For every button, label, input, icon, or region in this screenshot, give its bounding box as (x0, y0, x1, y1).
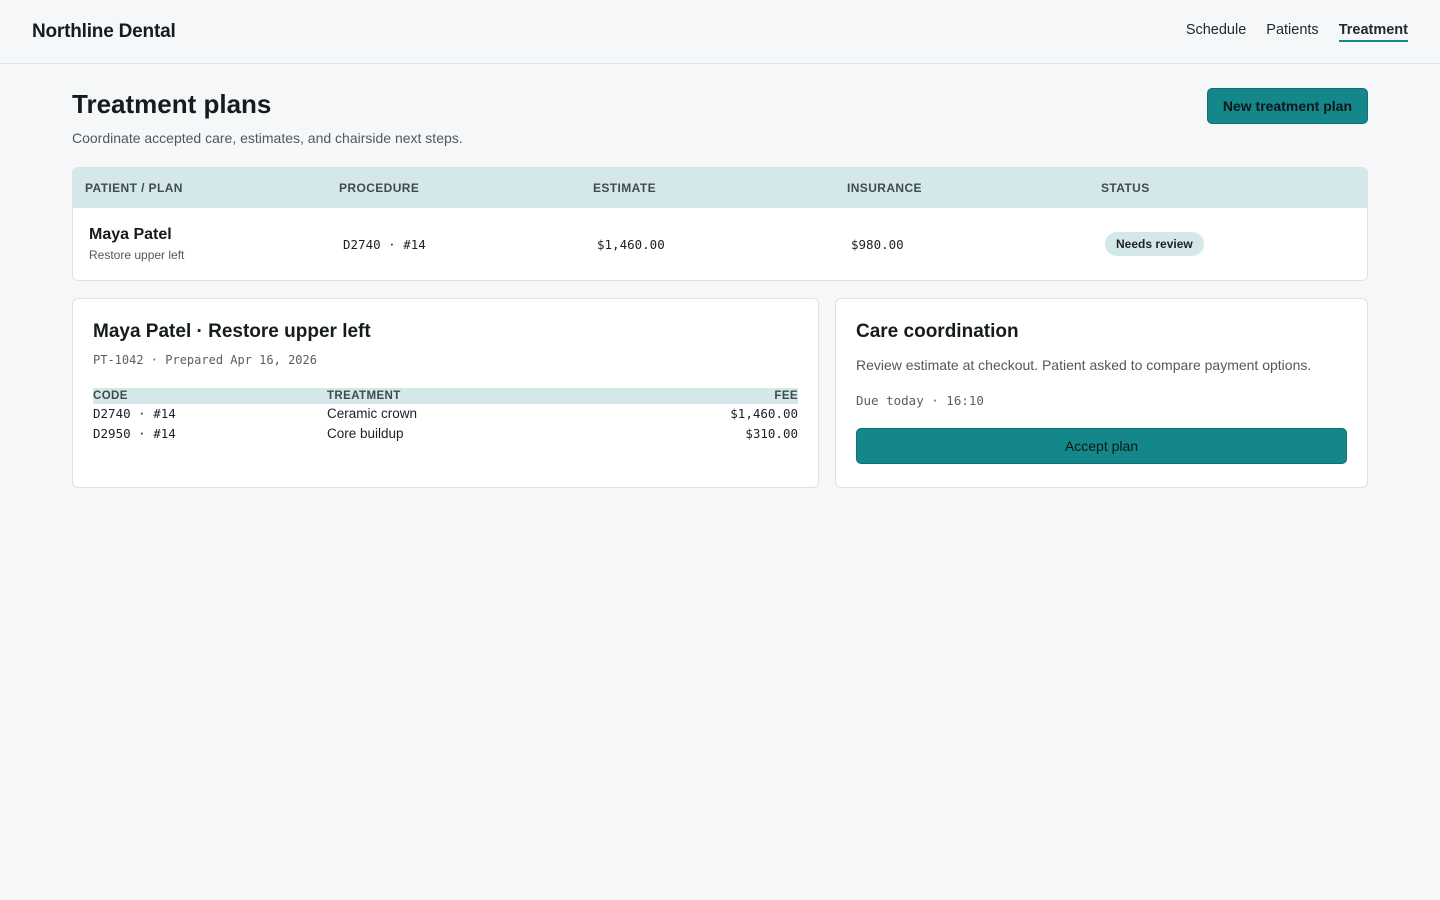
line-code: D2740 · #14 (93, 406, 176, 421)
status-cell: Needs review (1105, 232, 1367, 256)
column-header-treatment: TREATMENT (327, 390, 401, 402)
insurance-cell: $980.00 (851, 236, 904, 252)
column-header-insurance: INSURANCE (847, 181, 922, 195)
column-header-estimate: ESTIMATE (593, 181, 656, 195)
patient-cell: Maya Patel Restore upper left (89, 226, 343, 262)
line-treatment: Ceramic crown (327, 406, 418, 421)
line-fee: $310.00 (745, 426, 798, 441)
table-row[interactable]: Maya Patel Restore upper left D2740 · #1… (73, 208, 1367, 280)
care-coordination-card: Care coordination Review estimate at che… (835, 298, 1368, 488)
plan-lines-header: CODE TREATMENT FEE (93, 388, 798, 404)
column-header-code: CODE (93, 390, 128, 402)
detail-cards: Maya Patel · Restore upper left PT-1042 … (72, 298, 1368, 488)
brand-name: Northline Dental (32, 20, 176, 42)
plan-lines-table: CODE TREATMENT FEE D2740 · #14 Ceramic c… (93, 388, 798, 444)
page-title: Treatment plans (72, 89, 272, 119)
plan-detail-card: Maya Patel · Restore upper left PT-1042 … (72, 298, 819, 488)
status-badge: Needs review (1105, 232, 1204, 256)
nav-treatment[interactable]: Treatment (1338, 22, 1408, 42)
top-bar: Northline Dental Schedule Patients Treat… (0, 0, 1440, 64)
line-code: D2950 · #14 (93, 426, 176, 441)
column-header-patient: PATIENT / PLAN (85, 181, 183, 195)
page-header: Treatment plans Coordinate accepted care… (72, 88, 1368, 146)
table-row: D2740 · #14 Ceramic crown $1,460.00 (93, 404, 798, 424)
column-header-status: STATUS (1101, 181, 1150, 195)
main-content: Treatment plans Coordinate accepted care… (0, 88, 1440, 488)
estimate-cell: $1,460.00 (597, 236, 665, 252)
patient-name: Maya Patel (89, 226, 172, 243)
new-treatment-plan-button[interactable]: New treatment plan (1206, 88, 1368, 124)
plans-table-header: PATIENT / PLAN PROCEDURE ESTIMATE INSURA… (73, 168, 1367, 208)
nav-patients[interactable]: Patients (1266, 22, 1318, 42)
line-fee: $1,460.00 (730, 406, 798, 421)
main-nav: Schedule Patients Treatment (1186, 22, 1408, 42)
plan-detail-meta: PT-1042 · Prepared Apr 16, 2026 (93, 353, 317, 367)
line-treatment: Core buildup (327, 426, 404, 441)
care-coordination-title: Care coordination (856, 321, 1019, 342)
procedure-cell: D2740 · #14 (343, 236, 426, 252)
care-coordination-note: Review estimate at checkout. Patient ask… (856, 357, 1312, 373)
plan-name: Restore upper left (89, 248, 185, 262)
column-header-procedure: PROCEDURE (339, 181, 420, 195)
column-header-fee: FEE (774, 390, 798, 402)
accept-plan-button[interactable]: Accept plan (856, 428, 1347, 464)
due-time: Due today · 16:10 (856, 393, 984, 408)
plans-table: PATIENT / PLAN PROCEDURE ESTIMATE INSURA… (72, 167, 1368, 281)
nav-schedule[interactable]: Schedule (1186, 22, 1246, 42)
plan-detail-title: Maya Patel · Restore upper left (93, 321, 371, 342)
table-row: D2950 · #14 Core buildup $310.00 (93, 424, 798, 444)
page-subtitle: Coordinate accepted care, estimates, and… (72, 130, 463, 146)
